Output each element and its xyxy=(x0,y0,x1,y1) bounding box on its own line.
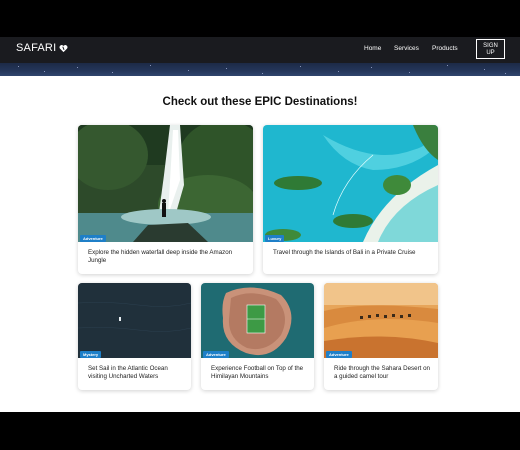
card-caption: Experience Football on Top of the Himila… xyxy=(211,365,304,381)
card-caption: Ride through the Sahara Desert on a guid… xyxy=(334,365,430,381)
nav-link-home[interactable]: Home xyxy=(364,45,381,52)
destination-card-atlantic[interactable]: Mystery Set Sail in the Atlantic Ocean v… xyxy=(78,283,191,390)
category-badge: Mystery xyxy=(80,351,102,358)
card-caption: Travel through the Islands of Bali in a … xyxy=(273,249,416,256)
brand-logo[interactable]: SAFARI xyxy=(16,42,68,54)
sign-up-label-line2: UP xyxy=(486,50,495,56)
category-badge: Adventure xyxy=(326,351,352,358)
destination-card-waterfall[interactable]: Adventure Explore the hidden waterfall d… xyxy=(78,125,253,274)
dark-ocean-boat-image xyxy=(78,283,191,358)
heart-icon xyxy=(59,44,68,52)
island-football-field-image xyxy=(201,283,314,358)
sign-up-label-line1: SIGN xyxy=(483,43,498,49)
nav-link-services[interactable]: Services xyxy=(394,45,419,52)
desert-camels-image xyxy=(324,283,438,358)
card-caption: Explore the hidden waterfall deep inside… xyxy=(88,249,233,265)
hero-banner-strip xyxy=(0,63,520,76)
page-heading: Check out these EPIC Destinations! xyxy=(162,96,358,108)
bali-islands-aerial-image xyxy=(263,125,438,242)
category-badge: Adventure xyxy=(80,235,106,242)
destination-card-bali[interactable]: Luxury Travel through the Islands of Bal… xyxy=(263,125,438,274)
sign-up-button[interactable]: SIGN UP xyxy=(476,39,505,59)
destination-card-sahara[interactable]: Adventure Ride through the Sahara Desert… xyxy=(324,283,438,390)
navbar: SAFARI Home Services Products SIGN UP xyxy=(0,37,520,63)
category-badge: Adventure xyxy=(203,351,229,358)
card-caption: Set Sail in the Atlantic Ocean visiting … xyxy=(88,365,168,381)
nav-link-products[interactable]: Products xyxy=(432,45,458,52)
page: SAFARI Home Services Products SIGN UP Ch… xyxy=(0,37,520,412)
destination-card-football[interactable]: Adventure Experience Football on Top of … xyxy=(201,283,314,390)
waterfall-jungle-image xyxy=(78,125,253,242)
brand-name: SAFARI xyxy=(16,42,57,54)
category-badge: Luxury xyxy=(265,235,285,242)
